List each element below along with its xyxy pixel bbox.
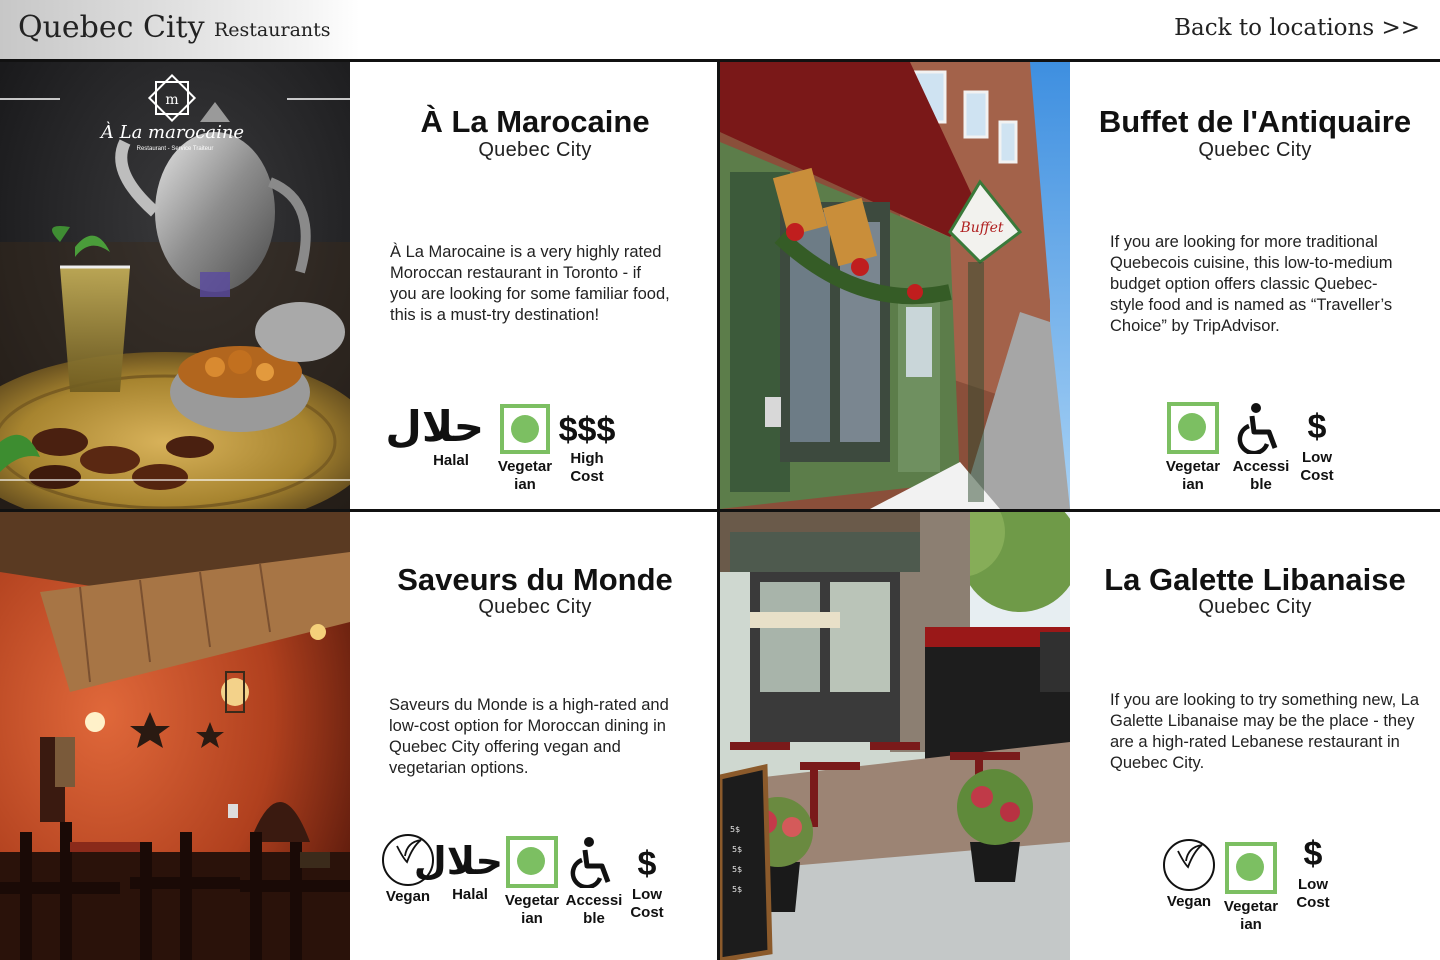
halal-icon: حلال [413,839,503,883]
section-label: Restaurants [214,19,331,41]
vegetarian-icon [1225,842,1277,894]
vegan-icon [1163,839,1215,891]
svg-text:5$: 5$ [730,825,740,834]
restaurant-city: Quebec City [1198,596,1312,618]
svg-text:5$: 5$ [732,845,742,854]
restaurant-card-a-la-marocaine[interactable]: m À La marocaine Restaurant - Service Tr… [0,62,717,509]
vegetarian-icon [1167,402,1219,454]
marocaine-logo-text: À La marocaine [100,122,245,143]
restaurant-card-buffet-antiquaire[interactable]: Buffet Buffet de l'Antiquaire Quebec Cit… [720,62,1440,509]
svg-text:5$: 5$ [732,865,742,874]
restaurant-info-buffet-antiquaire: Buffet de l'Antiquaire Quebec City If yo… [1070,62,1440,509]
dollar-icon: $$$ [558,411,616,449]
restaurant-card-la-galette-libanaise[interactable]: 5$ 5$ 5$ 5$ La Galette Libanaise Quebec Cit… [720,512,1440,960]
restaurant-description: À La Marocaine is a very highly rated Mo… [390,243,670,324]
vegetarian-icon [500,404,550,454]
restaurant-card-saveurs-du-monde[interactable]: Saveurs du Monde Quebec City Saveurs du … [0,512,717,960]
grid-horizontal-divider [0,509,1440,512]
restaurant-name: À La Marocaine [420,104,650,139]
tag-vegetarian: Vegetar ian [1160,402,1226,494]
tag-cost: $ Low Cost [1284,407,1350,485]
restaurant-info-saveurs-du-monde: Saveurs du Monde Quebec City Saveurs du … [350,512,717,960]
halal-icon: حلال [385,402,484,451]
accessible-icon [570,837,611,888]
back-to-locations-link[interactable]: Back to locations >> [1174,15,1420,41]
tag-cost: $ Low Cost [614,844,680,922]
marocaine-logo-subtext: Restaurant - Service Traiteur [136,146,214,152]
restaurant-info-a-la-marocaine: À La Marocaine Quebec City À La Marocain… [350,62,717,509]
tag-vegetarian: Vegetar ian [1218,842,1284,934]
tag-halal: حلال Halal [385,402,484,469]
restaurant-city: Quebec City [478,139,592,161]
restaurant-city: Quebec City [1198,139,1312,161]
tag-vegetarian: Vegetar ian [492,404,558,494]
restaurant-name: La Galette Libanaise [1104,562,1406,597]
dollar-icon: $ [1303,835,1323,873]
restaurant-description: If you are looking to try something new,… [1110,691,1420,772]
svg-text:5$: 5$ [732,885,742,894]
restaurant-description: Saveurs du Monde is a high-rated and low… [389,696,669,777]
tag-cost: $$$ High Cost [554,410,620,486]
dollar-icon: $ [1307,408,1327,446]
accessible-icon [1237,403,1278,454]
restaurant-photo-buffet-antiquaire: Buffet [720,62,1070,509]
restaurant-info-la-galette-libanaise: La Galette Libanaise Quebec City If you … [1070,512,1440,960]
restaurant-description: If you are looking for more traditional … [1110,233,1393,335]
tag-vegetarian: Vegetar ian [499,836,565,928]
restaurant-photo-saveurs-du-monde [0,512,350,960]
marocaine-logo-mark: m [147,73,197,123]
restaurant-photo-la-galette-libanaise: 5$ 5$ 5$ 5$ [720,512,1070,960]
restaurant-city: Quebec City [478,596,592,618]
tag-vegan: Vegan [1156,839,1222,911]
svg-text:m: m [165,92,178,108]
dollar-icon: $ [637,845,657,883]
tag-cost: $ Low Cost [1280,834,1346,912]
page-title: Quebec City [18,10,205,45]
tag-halal: حلال Halal [413,836,503,904]
vegetarian-icon [506,836,558,888]
restaurant-photo-a-la-marocaine: m À La marocaine Restaurant - Service Tr… [0,62,350,509]
restaurant-name: Buffet de l'Antiquaire [1098,104,1412,139]
top-bar: Quebec City Restaurants Back to location… [0,0,1440,62]
buffet-sign-text: Buffet [959,220,1004,236]
restaurant-name: Saveurs du Monde [397,562,673,597]
